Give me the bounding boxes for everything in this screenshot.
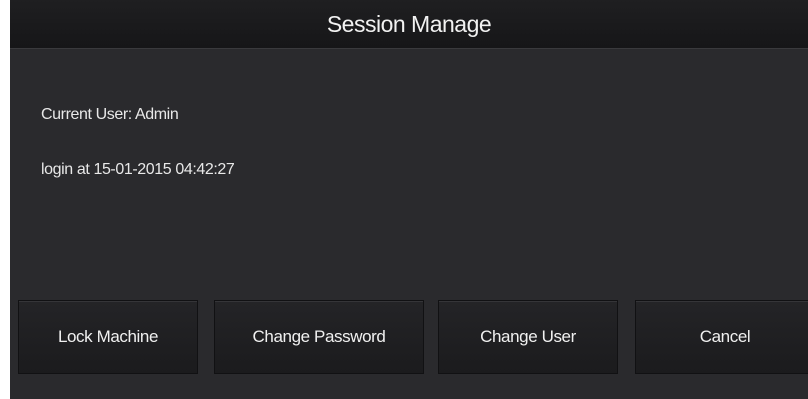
login-time-label: login at 15-01-2015 04:42:27	[41, 161, 235, 178]
change-user-button[interactable]: Change User	[438, 300, 618, 374]
dialog-titlebar: Session Manage	[10, 0, 808, 49]
dialog-title: Session Manage	[326, 10, 492, 37]
session-manage-dialog: Session Manage Current User: Admin login…	[10, 0, 808, 399]
lock-machine-button[interactable]: Lock Machine	[18, 300, 198, 374]
current-user-label: Current User: Admin	[41, 106, 179, 123]
cancel-button[interactable]: Cancel	[635, 300, 808, 374]
change-password-button[interactable]: Change Password	[214, 300, 424, 374]
